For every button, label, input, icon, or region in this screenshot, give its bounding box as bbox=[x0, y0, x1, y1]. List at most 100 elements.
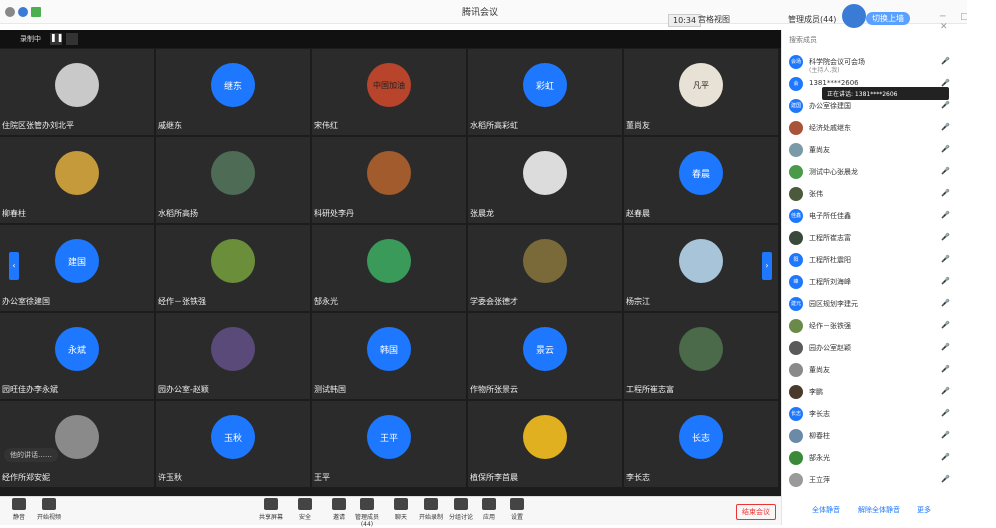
mic-icon[interactable]: 🎤 bbox=[941, 57, 950, 65]
mic-icon[interactable]: 🎤 bbox=[941, 321, 950, 329]
participant-name: 许玉秋 bbox=[158, 473, 182, 482]
end-meeting-button[interactable]: 结束会议 bbox=[736, 504, 776, 520]
mic-icon[interactable]: 🎤 bbox=[941, 211, 950, 219]
mic-icon[interactable]: 🎤 bbox=[941, 189, 950, 197]
member-row[interactable]: 张伟 🎤 bbox=[789, 184, 964, 204]
participant-avatar bbox=[523, 415, 567, 459]
info-icon[interactable] bbox=[5, 7, 15, 17]
participant-tile[interactable]: 景云 作物所张景云 bbox=[468, 313, 622, 399]
participant-tile[interactable]: 郜永光 bbox=[312, 225, 466, 311]
mic-icon[interactable]: 🎤 bbox=[941, 431, 950, 439]
member-row[interactable]: 园办公室赵颖 🎤 bbox=[789, 338, 964, 358]
settings-button[interactable]: 设置 bbox=[500, 498, 534, 521]
member-name: 董尚友 bbox=[809, 366, 830, 374]
participant-tile[interactable]: 园办公室-赵颖 bbox=[156, 313, 310, 399]
stop-recording-button[interactable] bbox=[66, 33, 78, 45]
mic-icon[interactable]: 🎤 bbox=[941, 453, 950, 461]
participant-avatar bbox=[55, 63, 99, 107]
unmute-all-button[interactable]: 解除全体静音 bbox=[858, 505, 900, 515]
signal-icon[interactable] bbox=[31, 7, 41, 17]
member-avatar bbox=[789, 165, 803, 179]
mic-icon[interactable]: 🎤 bbox=[941, 299, 950, 307]
member-avatar bbox=[789, 231, 803, 245]
member-row[interactable]: 郜永光 🎤 bbox=[789, 448, 964, 468]
member-row[interactable]: 建元 园区规划李建元 🎤 bbox=[789, 294, 964, 314]
member-row[interactable]: 经济处戚继东 🎤 bbox=[789, 118, 964, 138]
member-row[interactable]: 阳工程所杜震阳 🎤 bbox=[789, 250, 964, 270]
member-row[interactable]: 董尚友 🎤 bbox=[789, 360, 964, 380]
member-row[interactable]: 王立萍 🎤 bbox=[789, 470, 964, 490]
participants-button[interactable]: 管理成员(44) bbox=[788, 14, 836, 25]
member-avatar: 建国 bbox=[789, 99, 803, 113]
participant-tile[interactable]: 经作－张铁强 bbox=[156, 225, 310, 311]
member-avatar bbox=[789, 319, 803, 333]
participant-tile[interactable]: 经作所郑安妮 bbox=[0, 401, 154, 487]
participant-tile[interactable]: 玉秋 许玉秋 bbox=[156, 401, 310, 487]
participant-avatar: 凡平 bbox=[679, 63, 723, 107]
toolbar-label: 邀请 bbox=[332, 514, 345, 521]
participant-tile[interactable]: 工程所崔志富 bbox=[624, 313, 778, 399]
participant-tile[interactable]: 中国加油 宋伟红 bbox=[312, 49, 466, 135]
pause-recording-button[interactable]: ❚❚ bbox=[50, 33, 63, 45]
member-search-input[interactable] bbox=[789, 33, 959, 47]
mic-icon[interactable]: 🎤 bbox=[941, 233, 950, 241]
mic-icon[interactable]: 🎤 bbox=[941, 167, 950, 175]
participant-tile[interactable]: 凡平 董尚友 bbox=[624, 49, 778, 135]
participant-tile[interactable]: 继东 戚继东 bbox=[156, 49, 310, 135]
mic-icon[interactable]: 🎤 bbox=[941, 475, 950, 483]
mic-icon[interactable]: 🎤 bbox=[941, 255, 950, 263]
shield-icon[interactable] bbox=[18, 7, 28, 17]
participant-tile[interactable]: 杨宗江 bbox=[624, 225, 778, 311]
mic-icon[interactable]: 🎤 bbox=[941, 387, 950, 395]
participant-tile[interactable]: 韩国 测试韩国 bbox=[312, 313, 466, 399]
participant-tile[interactable]: 永斌 园旺佳办李永斌 bbox=[0, 313, 154, 399]
member-row[interactable]: 经作－张铁强 🎤 bbox=[789, 316, 964, 336]
mic-icon[interactable]: 🎤 bbox=[941, 145, 950, 153]
member-row[interactable]: 佳鑫 电子所任佳鑫 🎤 bbox=[789, 206, 964, 226]
member-row[interactable]: 会场 科学院会议可会场 (主持人,我) 🎤 bbox=[789, 52, 964, 74]
member-row[interactable]: 李鹏 🎤 bbox=[789, 382, 964, 402]
more-button[interactable]: 更多 bbox=[917, 505, 931, 515]
mic-icon[interactable]: 🎤 bbox=[941, 101, 950, 109]
member-row[interactable]: 董尚友 🎤 bbox=[789, 140, 964, 160]
mic-icon[interactable]: 🎤 bbox=[941, 277, 950, 285]
mic-icon[interactable]: 🎤 bbox=[941, 123, 950, 131]
grid-view-button[interactable]: 宫格视图 bbox=[698, 14, 730, 25]
mute-button[interactable]: 静音 bbox=[2, 498, 36, 521]
mute-all-button[interactable]: 全体静音 bbox=[812, 505, 840, 515]
participant-tile[interactable]: 长志 李长志 bbox=[624, 401, 778, 487]
mic-icon[interactable]: 🎤 bbox=[941, 409, 950, 417]
participant-tile[interactable]: 科研处李丹 bbox=[312, 137, 466, 223]
prev-page-button[interactable]: ‹ bbox=[9, 252, 19, 280]
start-recording-button[interactable]: 开始录制 bbox=[414, 498, 448, 521]
share-screen-button[interactable]: 共享屏幕 bbox=[254, 498, 288, 521]
mic-icon[interactable]: 🎤 bbox=[941, 79, 950, 87]
member-row[interactable]: 长志 李长志 🎤 bbox=[789, 404, 964, 424]
participant-tile[interactable]: 彩虹 水稻所高彩虹 bbox=[468, 49, 622, 135]
mic-icon[interactable]: 🎤 bbox=[941, 343, 950, 351]
participant-tile[interactable]: 春晨 赵春晨 bbox=[624, 137, 778, 223]
participant-tile[interactable]: 水稻所高扬 bbox=[156, 137, 310, 223]
start-video-button[interactable]: 开始视频 bbox=[32, 498, 66, 521]
next-page-button[interactable]: › bbox=[762, 252, 772, 280]
member-row[interactable]: 工程所崔志富 🎤 bbox=[789, 228, 964, 248]
participant-tile[interactable]: 学委会张德才 bbox=[468, 225, 622, 311]
switch-button[interactable]: 切换上墙 bbox=[866, 12, 910, 25]
mic-icon[interactable]: 🎤 bbox=[941, 365, 950, 373]
participant-avatar bbox=[211, 239, 255, 283]
manage-members-button[interactable]: 管理成员(44) bbox=[350, 498, 384, 528]
participant-tile[interactable]: 住院区张管办刘北平 bbox=[0, 49, 154, 135]
member-avatar: 佳鑫 bbox=[789, 209, 803, 223]
participant-tile[interactable]: 张晨龙 bbox=[468, 137, 622, 223]
participant-tile[interactable]: 建国 办公室徐建国 bbox=[0, 225, 154, 311]
member-row[interactable]: 峰工程所刘海峰 🎤 bbox=[789, 272, 964, 292]
participant-name: 王平 bbox=[314, 473, 330, 482]
participant-tile[interactable]: 植保所李首晨 bbox=[468, 401, 622, 487]
member-row[interactable]: 柳春柱 🎤 bbox=[789, 426, 964, 446]
chat-button[interactable]: 聊天 bbox=[384, 498, 418, 521]
member-row[interactable]: 测试中心张晨龙 🎤 bbox=[789, 162, 964, 182]
participant-tile[interactable]: 王平 王平 bbox=[312, 401, 466, 487]
participant-tile[interactable]: 柳春柱 bbox=[0, 137, 154, 223]
security-button[interactable]: 安全 bbox=[288, 498, 322, 521]
settings-icon bbox=[510, 498, 524, 510]
